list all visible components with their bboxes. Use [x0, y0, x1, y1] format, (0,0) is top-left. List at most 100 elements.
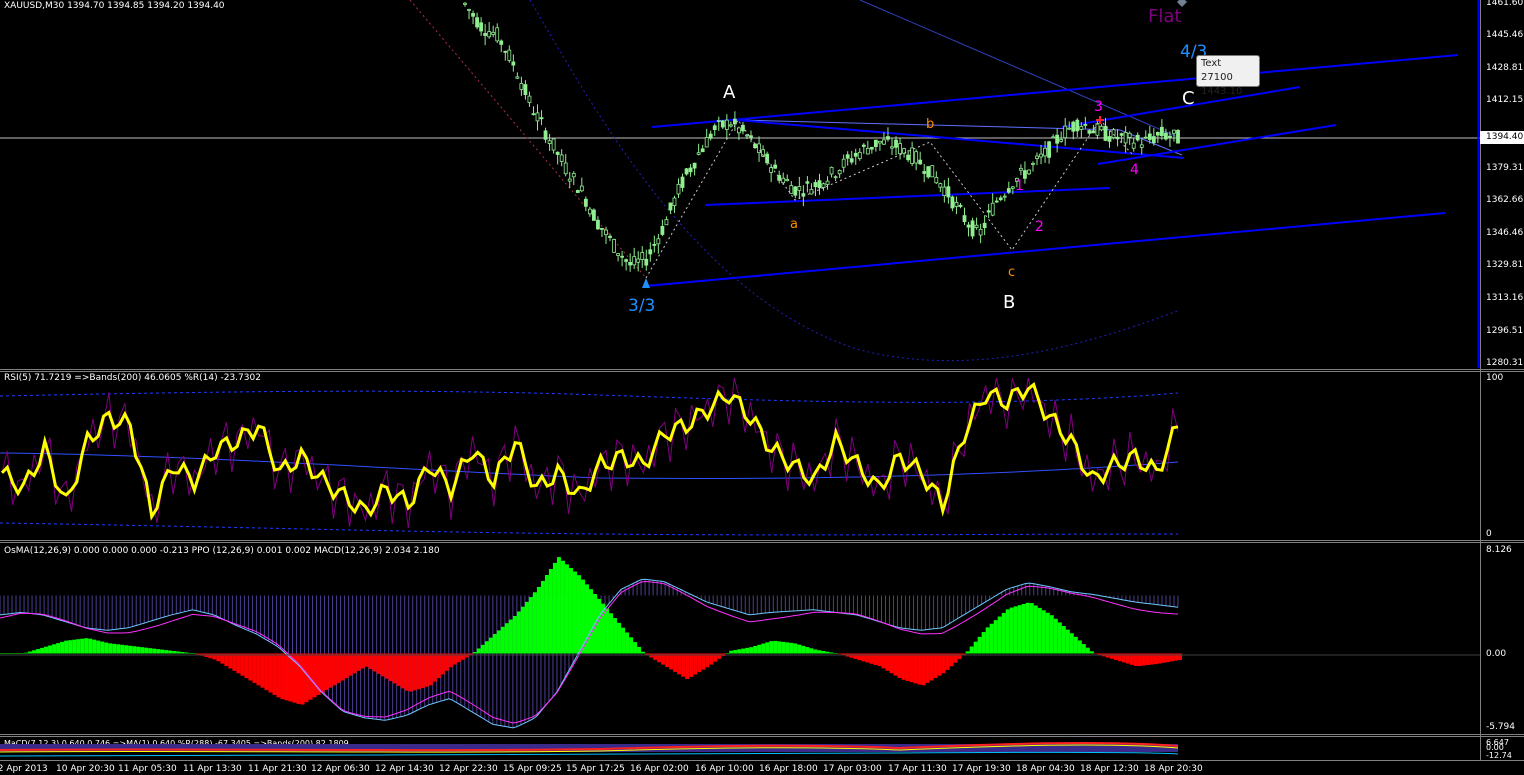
candle-body [600, 228, 604, 230]
candle-body [809, 188, 814, 195]
osma-bar [212, 653, 217, 660]
candle-body [527, 95, 532, 103]
osma-bar [460, 653, 465, 660]
candle-body [1103, 125, 1108, 141]
osma-bar [1085, 647, 1090, 654]
time-label-13: 17 Apr 03:00 [823, 764, 882, 774]
candle-body [1139, 144, 1144, 148]
osma-bar [296, 653, 301, 704]
osma-bar [929, 653, 934, 681]
osma-bar [68, 640, 73, 654]
label-1: 1 [1015, 178, 1024, 194]
candle-body [644, 258, 649, 266]
osma-bar [244, 653, 249, 679]
osma-bar [420, 653, 425, 688]
candle-body [1083, 124, 1088, 126]
candle-body [749, 135, 753, 138]
osma-bar [408, 653, 413, 692]
osma-bar [96, 640, 101, 654]
candle-body [467, 9, 471, 11]
candle-body [1051, 136, 1056, 139]
candle-body [1063, 125, 1068, 139]
candle-body [688, 167, 693, 173]
osma-bar [40, 647, 45, 654]
osma-bar [352, 653, 357, 674]
trendline-lower [645, 212, 1446, 287]
candle-body [894, 139, 898, 148]
candle-body [612, 239, 616, 253]
candle-body [970, 220, 975, 237]
time-label-11: 16 Apr 10:00 [695, 764, 754, 774]
candle-body [853, 152, 858, 157]
osma-bar [436, 653, 441, 679]
osma-bar [444, 653, 449, 671]
candle-body [676, 183, 681, 195]
osma-bar [148, 648, 153, 654]
candle-body [724, 119, 729, 130]
osma-bar [813, 649, 818, 654]
osma-bar [288, 653, 293, 702]
osma-bar [1089, 651, 1094, 654]
candle-body [966, 224, 971, 228]
osma-bar [500, 626, 505, 654]
osma-bar [552, 562, 557, 654]
rsi-axis-0: 0 [1486, 529, 1492, 539]
candle-body [604, 229, 608, 236]
osma-bar [344, 653, 349, 679]
candle-body [950, 196, 955, 209]
time-label-7: 12 Apr 22:30 [439, 764, 498, 774]
osma-bar [52, 644, 57, 654]
osma-bar [689, 653, 694, 677]
rsi-line [0, 381, 1179, 521]
time-label-6: 12 Apr 14:30 [375, 764, 434, 774]
candle-body [1143, 136, 1148, 139]
osma-bar [184, 652, 189, 654]
osma-bar [769, 641, 774, 654]
cci-axis-bottom: -12.74 [1486, 751, 1512, 760]
candle-body [519, 83, 524, 90]
osma-bar [276, 653, 281, 698]
candle-body [765, 153, 770, 164]
osma-bar [388, 653, 393, 682]
candle-body [648, 249, 653, 255]
candle-body [781, 177, 786, 184]
candle-body [684, 168, 689, 175]
candle-body [817, 180, 822, 189]
osma-bar [609, 613, 614, 654]
candle-body [1031, 162, 1035, 165]
candle-body [986, 210, 991, 213]
osma-bar [1109, 653, 1114, 659]
osma-bar [1077, 640, 1082, 654]
time-label-3: 11 Apr 13:30 [183, 764, 242, 774]
candle-body [942, 186, 947, 197]
candle-body [575, 190, 580, 193]
chart-canvas[interactable]: Flat 4/3 C A B 3/3 a b c 1 2 3 4 [0, 0, 1524, 775]
candle-body [1002, 195, 1007, 198]
osma-bar [1061, 626, 1066, 654]
wave-zigzag [645, 119, 1134, 279]
candle-body [571, 173, 576, 178]
label-c: c [1008, 265, 1015, 280]
candle-body [632, 256, 637, 266]
osma-bar [16, 653, 21, 654]
candle-body [1095, 123, 1100, 136]
osma-bar [653, 653, 658, 660]
osma-bar [164, 650, 169, 654]
osma-bar [1041, 610, 1046, 654]
candle-body [918, 159, 923, 165]
osma-bar [1017, 605, 1022, 654]
osma-bar [1009, 607, 1014, 654]
price-label-2: 1428.81 [1486, 63, 1524, 73]
osma-bar [524, 601, 529, 654]
osma-bar [1001, 612, 1006, 654]
candle-body [837, 169, 842, 175]
label-C: C [1182, 88, 1195, 109]
osma-bar [428, 653, 433, 686]
osma-bar [236, 653, 241, 674]
osma-bar [989, 623, 994, 654]
osma-bar [176, 651, 181, 654]
osma-bar [380, 653, 385, 677]
osma-bar [0, 653, 4, 654]
osma-bar [969, 646, 974, 654]
candle-body [1135, 134, 1140, 141]
